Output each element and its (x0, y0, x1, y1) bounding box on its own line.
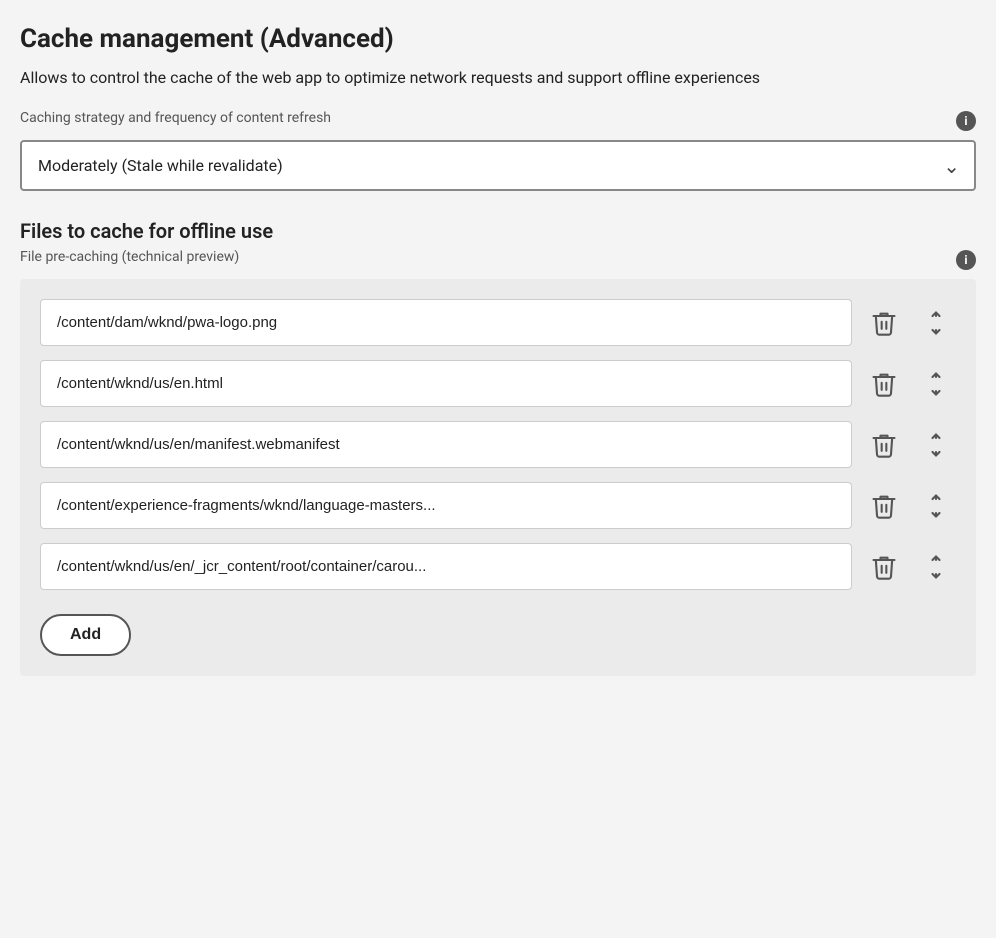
delete-file-button[interactable] (864, 547, 904, 587)
files-section-title: Files to cache for offline use (20, 219, 976, 243)
caching-strategy-selected: Moderately (Stale while revalidate) (38, 156, 283, 175)
reorder-file-button[interactable] (916, 547, 956, 587)
caching-strategy-dropdown[interactable]: Moderately (Stale while revalidate) (20, 140, 976, 191)
caching-strategy-dropdown-wrapper: Moderately (Stale while revalidate) ⌄ (20, 140, 976, 191)
page-title: Cache management (Advanced) (20, 24, 976, 54)
delete-file-button[interactable] (864, 303, 904, 343)
delete-file-button[interactable] (864, 486, 904, 526)
file-input[interactable] (40, 543, 852, 590)
file-cache-section: Add (20, 279, 976, 676)
file-row (40, 421, 956, 468)
file-input[interactable] (40, 299, 852, 346)
file-row (40, 299, 956, 346)
delete-file-button[interactable] (864, 425, 904, 465)
reorder-file-button[interactable] (916, 303, 956, 343)
file-input[interactable] (40, 360, 852, 407)
caching-strategy-label: Caching strategy and frequency of conten… (20, 110, 331, 126)
page-description: Allows to control the cache of the web a… (20, 66, 976, 90)
file-row (40, 482, 956, 529)
reorder-file-button[interactable] (916, 364, 956, 404)
file-row (40, 543, 956, 590)
file-input[interactable] (40, 421, 852, 468)
file-input[interactable] (40, 482, 852, 529)
pre-cache-label: File pre-caching (technical preview) (20, 249, 239, 265)
pre-cache-info-icon[interactable]: i (956, 250, 976, 270)
file-row (40, 360, 956, 407)
add-button[interactable]: Add (40, 614, 131, 656)
caching-strategy-info-icon[interactable]: i (956, 111, 976, 131)
reorder-file-button[interactable] (916, 486, 956, 526)
delete-file-button[interactable] (864, 364, 904, 404)
reorder-file-button[interactable] (916, 425, 956, 465)
